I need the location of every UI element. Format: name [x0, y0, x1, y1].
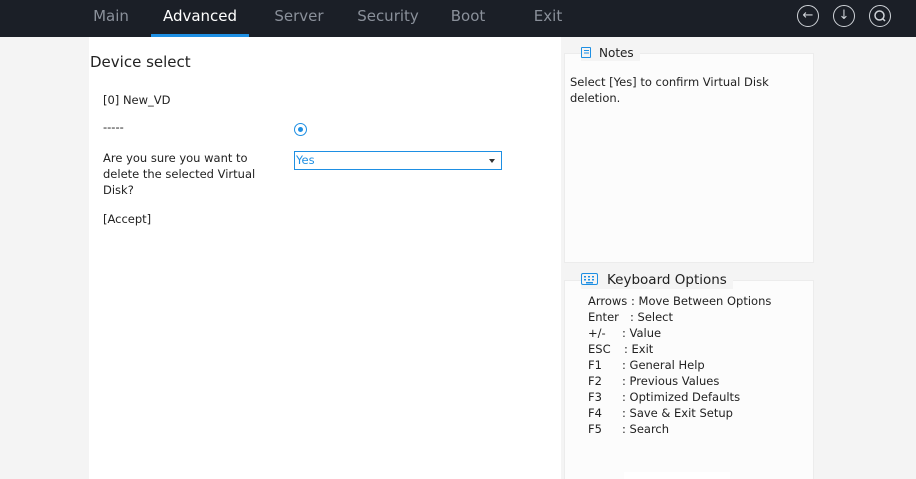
- back-icon[interactable]: ←: [797, 5, 819, 27]
- keyboard-desc: : Optimized Defaults: [622, 390, 741, 404]
- confirm-question: Are you sure you want to delete the sele…: [103, 151, 256, 197]
- keyboard-heading-label: Keyboard Options: [607, 272, 727, 288]
- confirm-select[interactable]: Yes: [294, 151, 502, 170]
- tab-exit[interactable]: Exit: [524, 0, 572, 37]
- keyboard-key: F3: [588, 390, 602, 404]
- chevron-down-icon: [489, 159, 495, 163]
- keyboard-options-panel: Keyboard Options Arrows: Move Between Op…: [564, 271, 814, 479]
- keyboard-desc: : Value: [622, 326, 662, 340]
- keyboard-desc: : General Help: [622, 358, 705, 372]
- keyboard-key: Arrows: [588, 294, 628, 308]
- download-icon[interactable]: ↓: [833, 5, 855, 27]
- tab-advanced[interactable]: Advanced: [151, 0, 249, 37]
- accept-button[interactable]: [Accept]: [103, 211, 151, 227]
- device-label: [0] New_VD: [103, 93, 171, 107]
- notes-heading-label: Notes: [599, 46, 634, 60]
- page-title: Device select: [90, 53, 191, 71]
- tab-security[interactable]: Security: [348, 0, 428, 37]
- tab-server[interactable]: Server: [263, 0, 335, 37]
- search-glyph: [874, 10, 886, 22]
- keyboard-key: F4: [588, 406, 602, 420]
- tab-boot[interactable]: Boot: [440, 0, 496, 37]
- keyboard-desc: : Search: [622, 422, 670, 436]
- separator-label: -----: [103, 120, 124, 134]
- keyboard-key: F1: [588, 358, 602, 372]
- keyboard-desc: : Move Between Options: [631, 294, 772, 308]
- keyboard-key: Enter: [588, 310, 619, 324]
- keyboard-key: +/-: [588, 326, 606, 340]
- keyboard-desc: : Exit: [624, 342, 654, 356]
- notes-icon: [581, 47, 591, 58]
- notes-text: Select [Yes] to confirm Virtual Disk del…: [570, 75, 769, 105]
- keyboard-key: F2: [588, 374, 602, 388]
- keyboard-desc: : Previous Values: [622, 374, 720, 388]
- keyboard-desc: : Save & Exit Setup: [622, 406, 733, 420]
- keyboard-desc: : Select: [630, 310, 674, 324]
- confirm-select-value: Yes: [296, 153, 315, 167]
- notes-heading: Notes: [581, 45, 640, 61]
- top-menu-bar: Main Advanced Server Security Boot Exit …: [0, 0, 916, 37]
- notes-panel: Notes Select [Yes] to confirm Virtual Di…: [564, 45, 814, 263]
- search-icon[interactable]: [869, 5, 891, 27]
- main-panel: Device select [0] New_VD ----- Are you s…: [89, 37, 561, 479]
- keyboard-key: ESC: [588, 342, 611, 356]
- device-radio[interactable]: [294, 123, 307, 136]
- keyboard-icon: [581, 273, 598, 285]
- bottom-strip: [624, 472, 730, 479]
- keyboard-heading: Keyboard Options: [581, 271, 733, 289]
- keyboard-key: F5: [588, 422, 602, 436]
- tab-main[interactable]: Main: [79, 0, 143, 37]
